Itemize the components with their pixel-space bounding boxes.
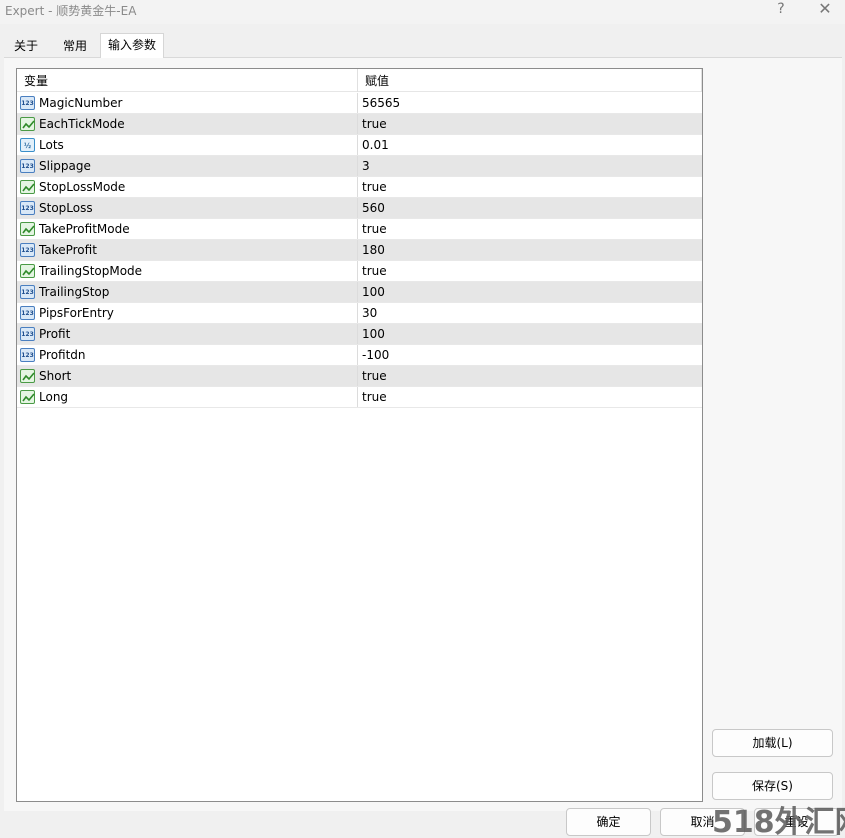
variable-value[interactable]: 560 xyxy=(362,198,385,219)
variable-name: TrailingStop xyxy=(39,285,110,299)
variable-value[interactable]: 180 xyxy=(362,240,385,261)
table-row[interactable]: Short true xyxy=(17,366,702,387)
variable-value[interactable]: -100 xyxy=(362,345,389,366)
table-row[interactable]: 123 TrailingStop 100 xyxy=(17,282,702,303)
input-parameters-grid[interactable]: 变量 赋值 123 MagicNumber 56565 EachTickMode tru… xyxy=(16,68,703,802)
column-divider[interactable] xyxy=(357,69,358,92)
bool-icon xyxy=(20,222,35,236)
variable-value[interactable]: 3 xyxy=(362,156,370,177)
variable-value[interactable]: true xyxy=(362,261,387,282)
table-row[interactable]: EachTickMode true xyxy=(17,114,702,135)
grid-rows: 123 MagicNumber 56565 EachTickMode true ½ Lots… xyxy=(17,93,702,408)
int-icon: 123 xyxy=(20,348,35,362)
table-row[interactable]: ½ Lots 0.01 xyxy=(17,135,702,156)
variable-cell: TakeProfitMode xyxy=(17,219,358,239)
variable-name: TakeProfitMode xyxy=(39,222,130,236)
variable-cell: 123 MagicNumber xyxy=(17,93,358,113)
variable-cell: ½ Lots xyxy=(17,135,358,155)
variable-cell: Long xyxy=(17,387,358,407)
column-divider-right xyxy=(701,69,702,92)
table-row[interactable]: 123 MagicNumber 56565 xyxy=(17,93,702,114)
variable-cell: 123 PipsForEntry xyxy=(17,303,358,323)
int-icon: 123 xyxy=(20,243,35,257)
tab-inputs[interactable]: 输入参数 xyxy=(100,33,165,58)
table-row[interactable]: 123 Profitdn -100 xyxy=(17,345,702,366)
table-row[interactable]: StopLossMode true xyxy=(17,177,702,198)
variable-name: TakeProfit xyxy=(39,243,97,257)
bool-icon xyxy=(20,369,35,383)
variable-cell: 123 Profitdn xyxy=(17,345,358,365)
variable-cell: EachTickMode xyxy=(17,114,358,134)
help-button[interactable]: ? xyxy=(767,0,795,20)
ok-button[interactable]: 确定 xyxy=(566,808,651,836)
variable-cell: Short xyxy=(17,366,358,386)
watermark-logo: 518外汇网 xyxy=(712,805,845,838)
title-bar: Expert - 顺势黄金牛-EA ? ✕ xyxy=(0,0,845,24)
save-button[interactable]: 保存(S) xyxy=(712,772,833,800)
table-row[interactable]: 123 PipsForEntry 30 xyxy=(17,303,702,324)
variable-cell: 123 TrailingStop xyxy=(17,282,358,302)
table-row[interactable]: Long true xyxy=(17,387,702,408)
variable-name: Slippage xyxy=(39,159,91,173)
variable-value[interactable]: true xyxy=(362,177,387,198)
bool-icon xyxy=(20,390,35,404)
double-icon: ½ xyxy=(20,138,35,152)
variable-value[interactable]: true xyxy=(362,387,387,408)
table-row[interactable]: 123 TakeProfit 180 xyxy=(17,240,702,261)
bool-icon xyxy=(20,180,35,194)
variable-name: Short xyxy=(39,369,72,383)
variable-name: MagicNumber xyxy=(39,96,123,110)
variable-name: StopLoss xyxy=(39,201,93,215)
table-row[interactable]: TrailingStopMode true xyxy=(17,261,702,282)
variable-name: Profitdn xyxy=(39,348,86,362)
grid-header: 变量 赋值 xyxy=(17,69,702,92)
table-row[interactable]: 123 StopLoss 560 xyxy=(17,198,702,219)
variable-cell: 123 Slippage xyxy=(17,156,358,176)
variable-value[interactable]: 0.01 xyxy=(362,135,389,156)
tab-about[interactable]: 关于 xyxy=(6,34,46,57)
variable-cell: 123 TakeProfit xyxy=(17,240,358,260)
int-icon: 123 xyxy=(20,159,35,173)
variable-value[interactable]: true xyxy=(362,219,387,240)
column-header-value[interactable]: 赋值 xyxy=(365,69,389,92)
tab-common[interactable]: 常用 xyxy=(55,34,95,57)
variable-name: StopLossMode xyxy=(39,180,126,194)
variable-cell: StopLossMode xyxy=(17,177,358,197)
variable-name: EachTickMode xyxy=(39,117,125,131)
int-icon: 123 xyxy=(20,201,35,215)
variable-cell: 123 Profit xyxy=(17,324,358,344)
table-row[interactable]: TakeProfitMode true xyxy=(17,219,702,240)
table-row[interactable]: 123 Slippage 3 xyxy=(17,156,702,177)
int-icon: 123 xyxy=(20,306,35,320)
variable-value[interactable]: true xyxy=(362,114,387,135)
variable-name: TrailingStopMode xyxy=(39,264,143,278)
bool-icon xyxy=(20,117,35,131)
variable-value[interactable]: 30 xyxy=(362,303,377,324)
int-icon: 123 xyxy=(20,96,35,110)
variable-name: Profit xyxy=(39,327,71,341)
window-title: Expert - 顺势黄金牛-EA xyxy=(5,4,137,18)
variable-name: Lots xyxy=(39,138,64,152)
tab-strip: 关于 常用 输入参数 xyxy=(4,33,842,58)
variable-value[interactable]: true xyxy=(362,366,387,387)
table-row[interactable]: 123 Profit 100 xyxy=(17,324,702,345)
variable-name: Long xyxy=(39,390,69,404)
variable-cell: 123 StopLoss xyxy=(17,198,358,218)
close-button[interactable]: ✕ xyxy=(811,0,839,20)
variable-cell: TrailingStopMode xyxy=(17,261,358,281)
bool-icon xyxy=(20,264,35,278)
variable-name: PipsForEntry xyxy=(39,306,114,320)
column-header-variable[interactable]: 变量 xyxy=(24,69,48,92)
load-button[interactable]: 加载(L) xyxy=(712,729,833,757)
variable-value[interactable]: 100 xyxy=(362,282,385,303)
variable-value[interactable]: 100 xyxy=(362,324,385,345)
int-icon: 123 xyxy=(20,327,35,341)
variable-value[interactable]: 56565 xyxy=(362,93,400,114)
int-icon: 123 xyxy=(20,285,35,299)
